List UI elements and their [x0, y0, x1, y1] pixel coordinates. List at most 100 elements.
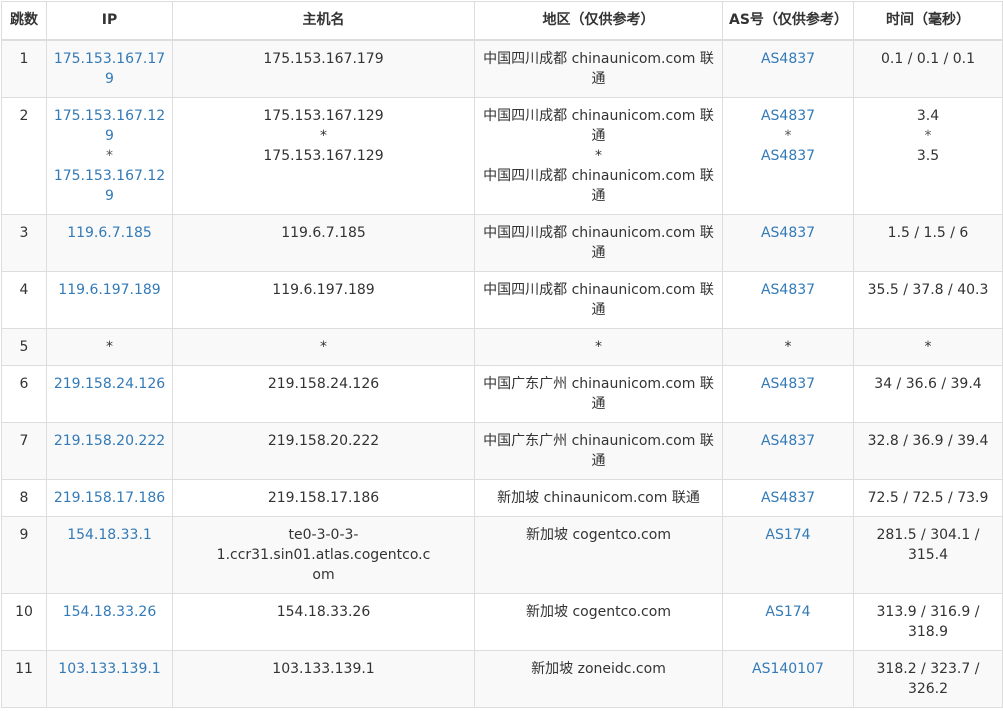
- as-cell: AS174: [722, 593, 854, 651]
- ip-link[interactable]: 103.133.139.1: [58, 661, 160, 677]
- ip-link[interactable]: 175.153.167.129: [53, 106, 166, 146]
- time-cell: 72.5 / 72.5 / 73.9: [853, 479, 1003, 517]
- hostname-cell: 219.158.17.186: [172, 479, 475, 517]
- as-link[interactable]: AS174: [765, 604, 810, 620]
- ip-link[interactable]: 219.158.20.222: [54, 433, 165, 449]
- hostname-cell: 103.133.139.1: [172, 650, 475, 708]
- as-link[interactable]: AS4837: [761, 51, 815, 67]
- hop-number: 1: [1, 39, 47, 98]
- hostname-separator: *: [320, 128, 327, 144]
- region-cell: 中国四川成都 chinaunicom.com 联通: [474, 214, 723, 272]
- ip-link[interactable]: 175.153.167.129: [53, 166, 166, 206]
- region-text: 中国四川成都 chinaunicom.com 联通: [483, 168, 714, 204]
- region-cell: 中国广东广州 chinaunicom.com 联通: [474, 365, 723, 423]
- hostname-cell: 219.158.24.126: [172, 365, 475, 423]
- region-text: 中国四川成都 chinaunicom.com 联通: [483, 108, 714, 144]
- header-ip: IP: [46, 1, 173, 41]
- time-cell: 281.5 / 304.1 / 315.4: [853, 516, 1003, 594]
- time-cell: 1.5 / 1.5 / 6: [853, 214, 1003, 272]
- as-cell: AS4837: [722, 214, 854, 272]
- ip-link[interactable]: 219.158.24.126: [54, 376, 165, 392]
- hostname-cell: 175.153.167.129 * 175.153.167.129: [172, 97, 475, 215]
- as-separator: *: [784, 128, 792, 144]
- header-time: 时间（毫秒）: [853, 1, 1003, 41]
- as-cell: AS4837: [722, 422, 854, 480]
- region-cell: *: [474, 328, 723, 366]
- table-row: 1 175.153.167.179 175.153.167.179 中国四川成都…: [1, 39, 1003, 98]
- as-link[interactable]: AS4837: [729, 146, 847, 166]
- hostname-cell: 119.6.197.189: [172, 271, 475, 329]
- as-link[interactable]: AS140107: [752, 661, 824, 677]
- region-cell: 中国四川成都 chinaunicom.com 联通: [474, 271, 723, 329]
- hostname-text: 175.153.167.129: [263, 148, 384, 164]
- ip-cell: 219.158.20.222: [46, 422, 173, 480]
- region-cell: 中国四川成都 chinaunicom.com 联通: [474, 39, 723, 98]
- table-row: 5 * * * * *: [1, 328, 1003, 366]
- time-text: 3.5: [916, 148, 940, 164]
- as-cell: AS4837 * AS4837: [722, 97, 854, 215]
- as-link[interactable]: AS4837: [761, 225, 815, 241]
- hop-number: 9: [1, 516, 47, 594]
- ip-cell: 175.153.167.129 * 175.153.167.129: [46, 97, 173, 215]
- ip-link[interactable]: 119.6.197.189: [58, 282, 160, 298]
- table-row: 4 119.6.197.189 119.6.197.189 中国四川成都 chi…: [1, 271, 1003, 329]
- time-cell: 32.8 / 36.9 / 39.4: [853, 422, 1003, 480]
- ip-link[interactable]: 154.18.33.1: [67, 527, 152, 543]
- time-cell: 313.9 / 316.9 / 318.9: [853, 593, 1003, 651]
- hop-number: 6: [1, 365, 47, 423]
- hop-number: 2: [1, 97, 47, 215]
- hostname-cell: 219.158.20.222: [172, 422, 475, 480]
- region-cell: 新加坡 cogentco.com: [474, 593, 723, 651]
- time-cell: 34 / 36.6 / 39.4: [853, 365, 1003, 423]
- as-link[interactable]: AS4837: [761, 433, 815, 449]
- time-cell: 0.1 / 0.1 / 0.1: [853, 39, 1003, 98]
- hop-number: 10: [1, 593, 47, 651]
- region-cell: 新加坡 chinaunicom.com 联通: [474, 479, 723, 517]
- hop-number: 4: [1, 271, 47, 329]
- traceroute-table: 跳数 IP 主机名 地区（仅供参考） AS号（仅供参考） 时间（毫秒） 1 17…: [1, 1, 1003, 708]
- table-row: 6 219.158.24.126 219.158.24.126 中国广东广州 c…: [1, 365, 1003, 423]
- as-cell: AS4837: [722, 365, 854, 423]
- table-row: 8 219.158.17.186 219.158.17.186 新加坡 chin…: [1, 479, 1003, 517]
- hop-number: 3: [1, 214, 47, 272]
- region-cell: 中国四川成都 chinaunicom.com 联通 * 中国四川成都 china…: [474, 97, 723, 215]
- ip-link[interactable]: 219.158.17.186: [54, 490, 165, 506]
- header-hop: 跳数: [1, 1, 47, 41]
- hostname-cell: *: [172, 328, 475, 366]
- time-separator: *: [924, 128, 932, 144]
- ip-cell: 154.18.33.26: [46, 593, 173, 651]
- as-link[interactable]: AS4837: [761, 282, 815, 298]
- table-row: 11 103.133.139.1 103.133.139.1 新加坡 zonei…: [1, 650, 1003, 708]
- as-link[interactable]: AS4837: [761, 376, 815, 392]
- as-cell: *: [722, 328, 854, 366]
- hop-number: 8: [1, 479, 47, 517]
- time-cell: 35.5 / 37.8 / 40.3: [853, 271, 1003, 329]
- ip-cell: 119.6.197.189: [46, 271, 173, 329]
- as-link[interactable]: AS174: [765, 527, 810, 543]
- time-cell: 318.2 / 323.7 / 326.2: [853, 650, 1003, 708]
- table-header-row: 跳数 IP 主机名 地区（仅供参考） AS号（仅供参考） 时间（毫秒）: [1, 1, 1003, 41]
- time-text: 3.4: [916, 108, 940, 124]
- ip-cell: *: [46, 328, 173, 366]
- as-link[interactable]: AS4837: [761, 490, 815, 506]
- ip-cell: 119.6.7.185: [46, 214, 173, 272]
- region-separator: *: [595, 148, 602, 164]
- region-cell: 新加坡 zoneidc.com: [474, 650, 723, 708]
- hop-number: 11: [1, 650, 47, 708]
- as-link[interactable]: AS4837: [729, 106, 847, 126]
- region-cell: 新加坡 cogentco.com: [474, 516, 723, 594]
- ip-link[interactable]: 119.6.7.185: [67, 225, 152, 241]
- region-cell: 中国广东广州 chinaunicom.com 联通: [474, 422, 723, 480]
- as-cell: AS4837: [722, 479, 854, 517]
- ip-cell: 175.153.167.179: [46, 39, 173, 98]
- as-cell: AS140107: [722, 650, 854, 708]
- hostname-cell: 154.18.33.26: [172, 593, 475, 651]
- table-row: 2 175.153.167.129 * 175.153.167.129 175.…: [1, 97, 1003, 215]
- ip-link[interactable]: 154.18.33.26: [63, 604, 157, 620]
- hop-number: 5: [1, 328, 47, 366]
- as-cell: AS4837: [722, 271, 854, 329]
- header-region: 地区（仅供参考）: [474, 1, 723, 41]
- ip-cell: 219.158.24.126: [46, 365, 173, 423]
- hostname-text: 175.153.167.129: [263, 108, 384, 124]
- ip-link[interactable]: 175.153.167.179: [54, 51, 165, 87]
